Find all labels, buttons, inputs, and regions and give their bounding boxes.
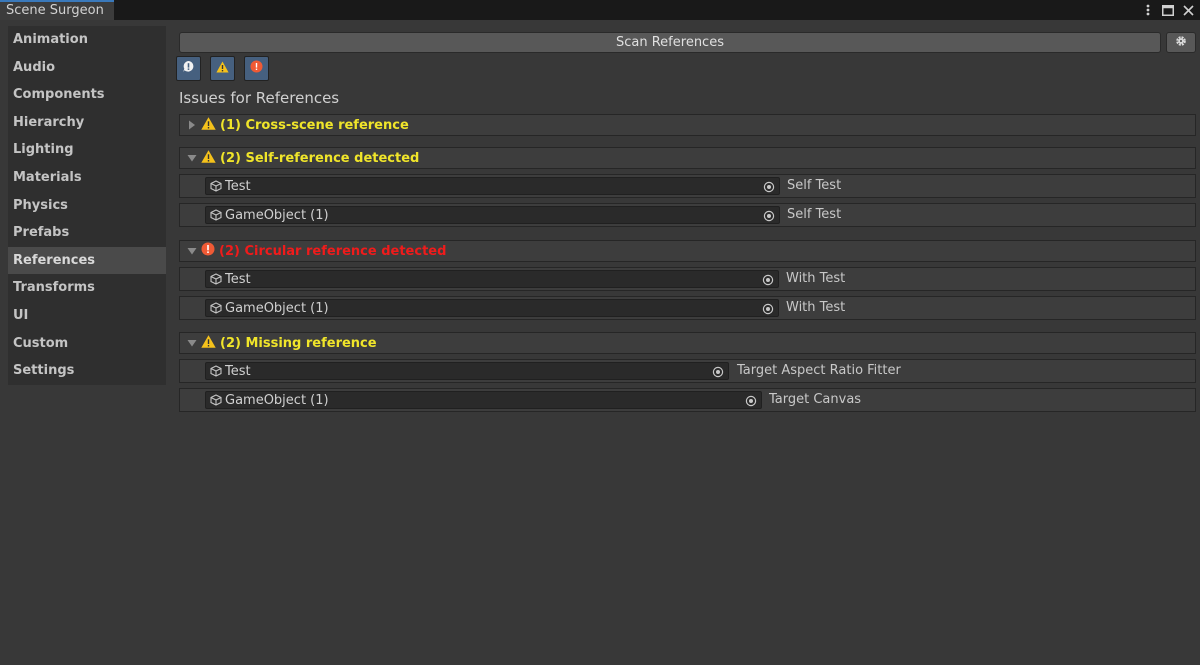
scan-references-button[interactable]: Scan References — [179, 32, 1161, 53]
sidebar-item-label: Hierarchy — [13, 114, 85, 130]
issue-row-label: Self Test — [787, 178, 842, 193]
sidebar-item-settings[interactable]: Settings — [8, 357, 166, 385]
page-title: Issues for References — [179, 89, 340, 107]
sidebar: Animation Audio Components Hierarchy Lig… — [8, 26, 166, 385]
info-icon — [182, 60, 195, 77]
issue-group-title: (2) Circular reference detected — [219, 243, 447, 259]
close-icon[interactable] — [1182, 3, 1194, 17]
issue-row-label: With Test — [786, 300, 846, 315]
error-icon — [250, 60, 263, 77]
object-picker-icon[interactable] — [760, 301, 776, 317]
sidebar-item-materials[interactable]: Materials — [8, 164, 166, 192]
sidebar-item-label: Custom — [13, 335, 69, 351]
sidebar-item-custom[interactable]: Custom — [8, 330, 166, 358]
sidebar-item-animation[interactable]: Animation — [8, 26, 166, 54]
sidebar-item-references[interactable]: References — [8, 246, 166, 275]
sidebar-item-label: Settings — [13, 363, 75, 379]
window-tab-title: Scene Surgeon — [6, 3, 104, 18]
maximize-icon[interactable] — [1162, 3, 1174, 17]
object-field[interactable]: GameObject (1) — [205, 391, 762, 409]
window-tab[interactable]: Scene Surgeon — [0, 0, 114, 20]
sidebar-item-hierarchy[interactable]: Hierarchy — [8, 109, 166, 137]
issue-group-title: (1) Cross-scene reference — [220, 117, 409, 133]
gear-icon — [1175, 35, 1187, 51]
issue-row: Test With Test — [179, 267, 1196, 291]
object-picker-icon[interactable] — [761, 208, 777, 224]
object-picker-icon[interactable] — [710, 364, 726, 380]
sidebar-item-physics[interactable]: Physics — [8, 192, 166, 220]
issue-row: Test Target Aspect Ratio Fitter — [179, 359, 1196, 383]
issue-group-title: (2) Missing reference — [220, 335, 377, 351]
object-picker-icon[interactable] — [760, 272, 776, 288]
gameobject-icon — [210, 394, 222, 406]
filter-error-toggle[interactable] — [244, 56, 269, 81]
sidebar-item-prefabs[interactable]: Prefabs — [8, 219, 166, 247]
issue-row-label: With Test — [786, 271, 846, 286]
sidebar-item-transforms[interactable]: Transforms — [8, 274, 166, 302]
issue-row: GameObject (1) With Test — [179, 296, 1196, 320]
sidebar-item-label: Lighting — [13, 142, 74, 158]
object-field[interactable]: Test — [205, 270, 779, 288]
object-field-value: Test — [225, 363, 251, 379]
gameobject-icon — [210, 302, 222, 314]
object-field-value: GameObject (1) — [225, 207, 329, 223]
issue-row: GameObject (1) Self Test — [179, 203, 1196, 227]
warning-icon — [201, 116, 216, 134]
object-field[interactable]: GameObject (1) — [205, 206, 780, 224]
gameobject-icon — [210, 180, 222, 192]
gameobject-icon — [210, 273, 222, 285]
object-field[interactable]: Test — [205, 177, 780, 195]
error-icon — [201, 242, 215, 260]
window-controls — [1142, 0, 1194, 20]
sidebar-item-label: References — [13, 252, 96, 268]
sidebar-item-label: Animation — [13, 32, 88, 47]
object-field-value: Test — [225, 178, 251, 194]
more-options-icon[interactable] — [1142, 3, 1154, 17]
object-field-value: Test — [225, 271, 251, 287]
filter-warning-toggle[interactable] — [210, 56, 235, 81]
object-field[interactable]: GameObject (1) — [205, 299, 779, 317]
issue-group-title: (2) Self-reference detected — [220, 150, 420, 166]
issue-row-label: Target Canvas — [769, 392, 862, 407]
warning-icon — [216, 61, 229, 77]
sidebar-item-label: Transforms — [13, 280, 95, 296]
warning-icon — [201, 149, 216, 167]
sidebar-item-lighting[interactable]: Lighting — [8, 136, 166, 164]
issue-group-header[interactable]: (2) Circular reference detected — [179, 240, 1196, 262]
sidebar-item-label: Physics — [13, 197, 68, 213]
chevron-down-icon[interactable] — [186, 154, 198, 162]
sidebar-item-ui[interactable]: UI — [8, 302, 166, 330]
sidebar-item-label: Prefabs — [13, 225, 70, 241]
issue-row-label: Target Aspect Ratio Fitter — [737, 363, 901, 378]
sidebar-item-label: Materials — [13, 169, 82, 185]
window-tab-bar: Scene Surgeon — [0, 0, 1200, 20]
object-picker-icon[interactable] — [761, 179, 777, 195]
object-field[interactable]: Test — [205, 362, 729, 380]
sidebar-item-label: Audio — [13, 59, 56, 75]
issue-row: Test Self Test — [179, 174, 1196, 198]
issue-group-header[interactable]: (2) Self-reference detected — [179, 147, 1196, 169]
issue-group-header[interactable]: (1) Cross-scene reference — [179, 114, 1196, 136]
object-picker-icon[interactable] — [743, 393, 759, 409]
settings-button[interactable] — [1166, 32, 1196, 53]
issue-row-label: Self Test — [787, 207, 842, 222]
issue-group-header[interactable]: (2) Missing reference — [179, 332, 1196, 354]
warning-icon — [201, 334, 216, 352]
sidebar-item-label: UI — [13, 307, 29, 323]
sidebar-item-label: Components — [13, 87, 105, 103]
filter-info-toggle[interactable] — [176, 56, 201, 81]
object-field-value: GameObject (1) — [225, 392, 329, 408]
sidebar-item-audio[interactable]: Audio — [8, 54, 166, 82]
issue-row: GameObject (1) Target Canvas — [179, 388, 1196, 412]
gameobject-icon — [210, 209, 222, 221]
object-field-value: GameObject (1) — [225, 300, 329, 316]
chevron-down-icon[interactable] — [186, 339, 198, 347]
gameobject-icon — [210, 365, 222, 377]
chevron-right-icon[interactable] — [186, 120, 198, 130]
chevron-down-icon[interactable] — [186, 247, 198, 255]
sidebar-item-components[interactable]: Components — [8, 81, 166, 109]
